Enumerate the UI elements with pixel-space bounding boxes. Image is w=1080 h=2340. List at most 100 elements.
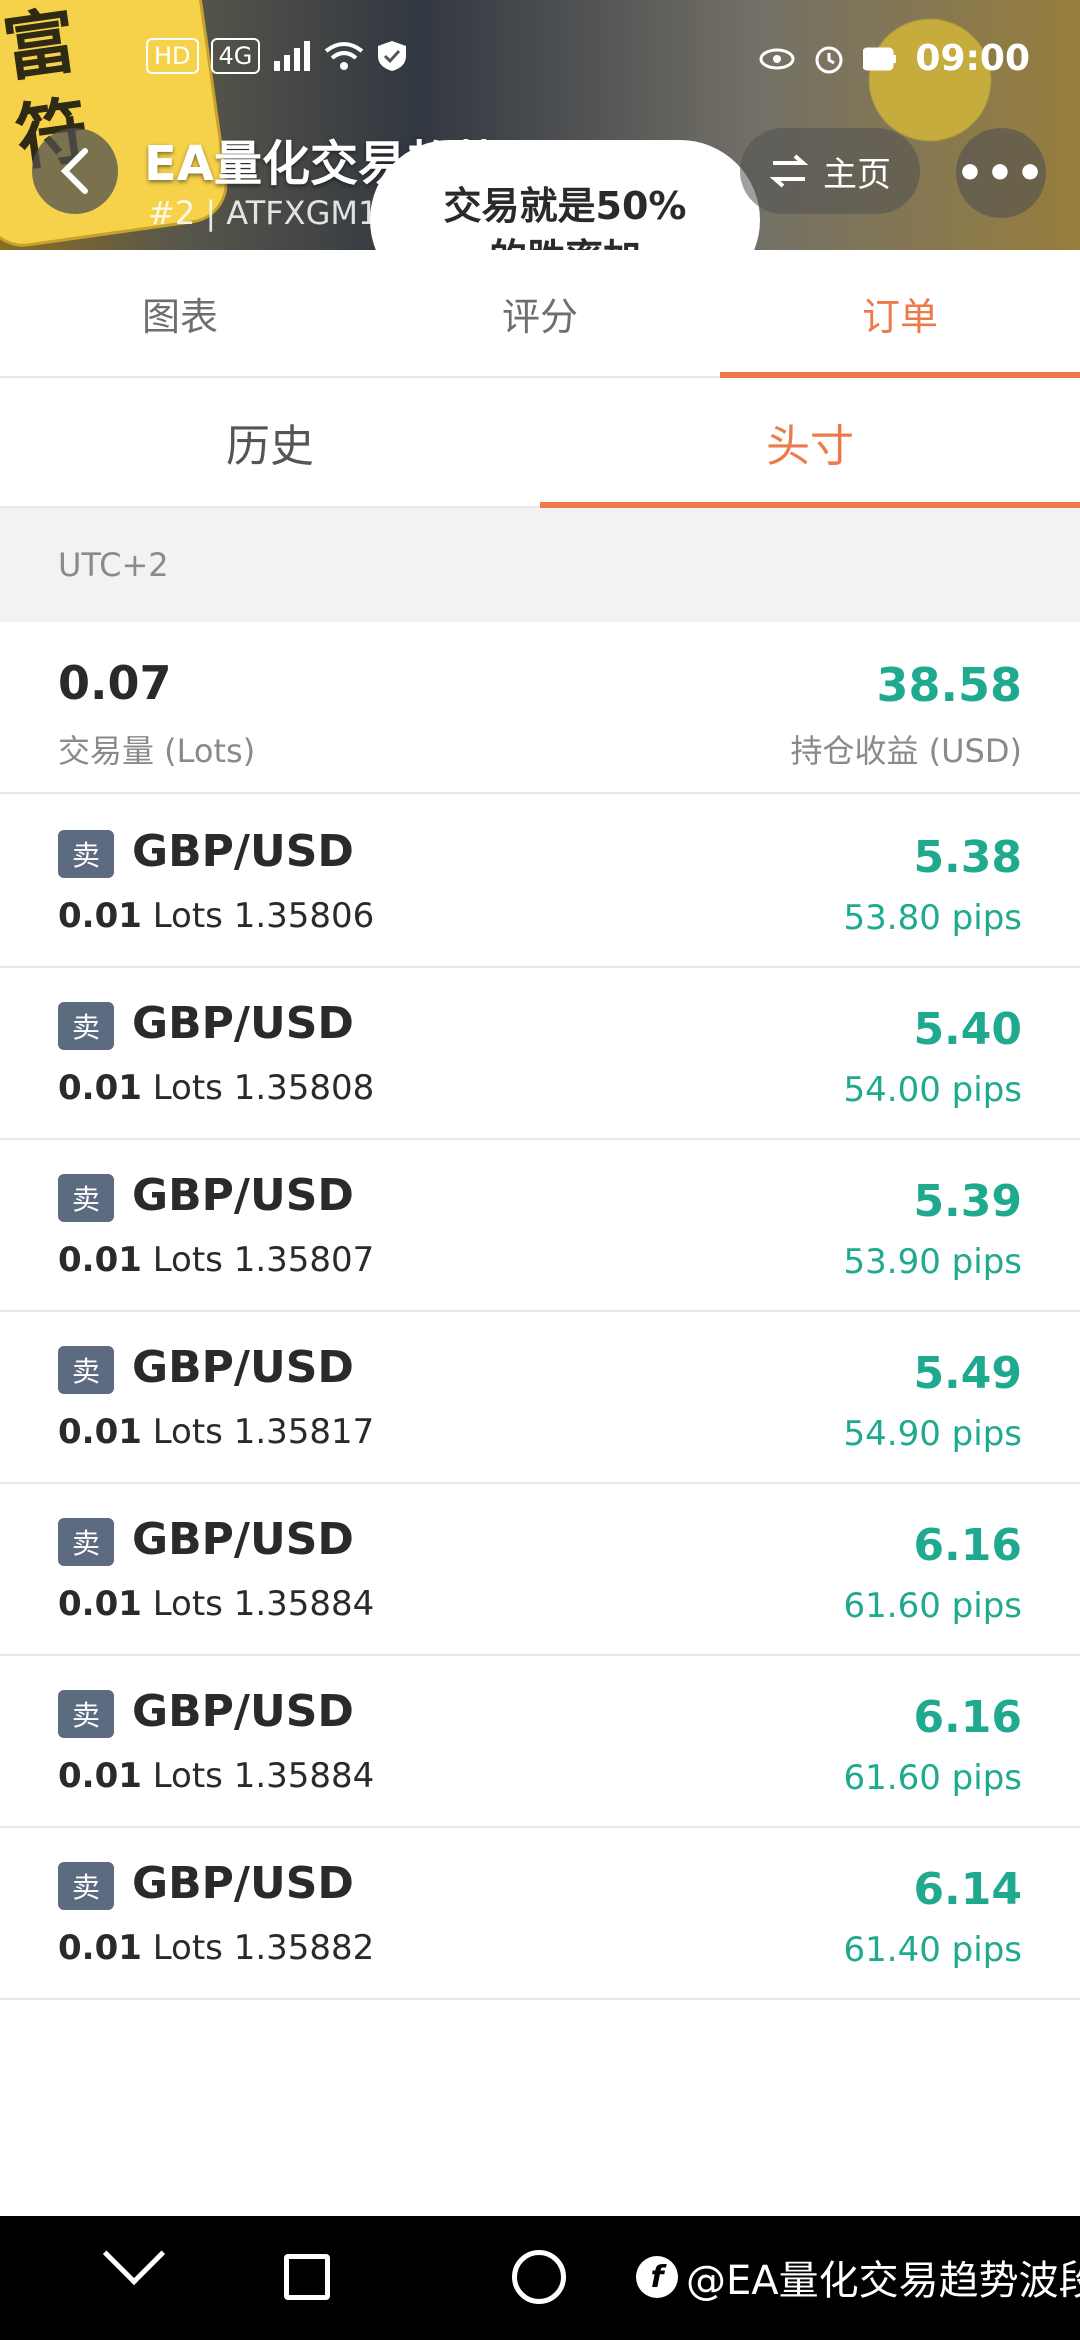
more-dots-icon: ••• [955, 147, 1047, 199]
order-lots-unit: Lots [152, 1928, 223, 1968]
status-bar: HD 4G 09:00 [0, 32, 1080, 96]
positions-summary: 0.07 交易量 (Lots) 38.58 持仓收益 (USD) [0, 622, 1080, 794]
order-price: 1.35808 [233, 1068, 375, 1108]
order-lots-line: 0.01 Lots 1.35884 [58, 1756, 374, 1796]
order-pips: 54.90 pips [843, 1414, 1022, 1454]
tab-rating[interactable]: 评分 [360, 250, 720, 376]
sell-badge: 卖 [58, 1518, 114, 1566]
order-pips: 61.60 pips [843, 1758, 1022, 1798]
order-lots-line: 0.01 Lots 1.35882 [58, 1928, 374, 1968]
nav-back-icon[interactable] [102, 2222, 166, 2286]
battery-icon [863, 47, 897, 70]
wifi-icon [325, 42, 364, 70]
eye-icon [759, 48, 795, 69]
order-row[interactable]: 卖 GBP/USD 0.01 Lots 1.35882 6.14 61.40 p… [0, 1828, 1080, 2000]
order-price: 1.35884 [233, 1584, 375, 1624]
sell-badge: 卖 [58, 1346, 114, 1394]
subtab-positions[interactable]: 头寸 [540, 378, 1080, 508]
order-symbol: GBP/USD [132, 1514, 354, 1565]
order-pips: 61.40 pips [843, 1930, 1022, 1970]
caption-bubble: 交易就是50% 的胜率加 [370, 140, 760, 250]
home-label: 主页 [823, 154, 891, 195]
watermark-text: @EA量化交易趋势波段 [686, 2258, 1080, 2304]
tab-orders[interactable]: 订单 [720, 250, 1080, 378]
order-row[interactable]: 卖 GBP/USD 0.01 Lots 1.35807 5.39 53.90 p… [0, 1140, 1080, 1312]
order-row[interactable]: 卖 GBP/USD 0.01 Lots 1.35808 5.40 54.00 p… [0, 968, 1080, 1140]
signal-icon [274, 41, 311, 71]
orders-list: 卖 GBP/USD 0.01 Lots 1.35806 5.38 53.80 p… [0, 796, 1080, 2000]
order-price: 1.35807 [233, 1240, 375, 1280]
status-right: 09:00 [759, 38, 1030, 79]
order-price: 1.35806 [233, 896, 375, 936]
more-button[interactable]: ••• [956, 128, 1046, 218]
sub-tabs: 历史 头寸 [0, 378, 1080, 508]
order-profit: 5.39 [913, 1176, 1022, 1227]
order-lots-line: 0.01 Lots 1.35807 [58, 1240, 374, 1280]
watermark-logo-icon: f [636, 2256, 678, 2298]
total-profit: 38.58 [876, 658, 1022, 712]
nav-circle-icon[interactable] [512, 2250, 566, 2304]
nav-square-icon[interactable] [284, 2254, 330, 2300]
subtab-history[interactable]: 历史 [0, 378, 540, 506]
channel-subtitle: #2 | ATFXGM1- [148, 194, 390, 232]
swap-icon [769, 154, 809, 188]
order-lots-unit: Lots [152, 1756, 223, 1796]
order-profit: 5.40 [913, 1004, 1022, 1055]
order-profit: 6.16 [913, 1520, 1022, 1571]
order-lots-unit: Lots [152, 1068, 223, 1108]
total-volume: 0.07 [58, 656, 172, 710]
order-profit: 5.49 [913, 1348, 1022, 1399]
order-symbol: GBP/USD [132, 998, 354, 1049]
order-lots-line: 0.01 Lots 1.35817 [58, 1412, 374, 1452]
order-lots: 0.01 [58, 1756, 142, 1796]
order-row[interactable]: 卖 GBP/USD 0.01 Lots 1.35884 6.16 61.60 p… [0, 1484, 1080, 1656]
order-lots: 0.01 [58, 896, 142, 936]
status-time: 09:00 [915, 38, 1030, 79]
order-symbol: GBP/USD [132, 1858, 354, 1909]
timezone-strip: UTC+2 [0, 508, 1080, 622]
order-symbol: GBP/USD [132, 1342, 354, 1393]
order-lots-unit: Lots [152, 1584, 223, 1624]
sell-badge: 卖 [58, 1002, 114, 1050]
chevron-left-icon [60, 148, 88, 194]
timezone-label: UTC+2 [58, 546, 169, 584]
order-symbol: GBP/USD [132, 1170, 354, 1221]
order-lots: 0.01 [58, 1584, 142, 1624]
order-lots-unit: Lots [152, 1240, 223, 1280]
order-lots-line: 0.01 Lots 1.35806 [58, 896, 374, 936]
network-badge: 4G [210, 38, 261, 74]
order-lots-unit: Lots [152, 1412, 223, 1452]
order-price: 1.35882 [233, 1928, 375, 1968]
status-left: HD 4G [146, 38, 408, 74]
sell-badge: 卖 [58, 1174, 114, 1222]
sell-badge: 卖 [58, 830, 114, 878]
order-profit: 6.14 [913, 1864, 1022, 1915]
hd-badge: HD [146, 38, 199, 74]
alarm-icon [815, 46, 843, 73]
order-lots-line: 0.01 Lots 1.35808 [58, 1068, 374, 1108]
order-pips: 54.00 pips [843, 1070, 1022, 1110]
order-row[interactable]: 卖 GBP/USD 0.01 Lots 1.35806 5.38 53.80 p… [0, 796, 1080, 968]
back-button[interactable] [32, 128, 118, 214]
order-profit: 5.38 [913, 832, 1022, 883]
tab-chart[interactable]: 图表 [0, 250, 360, 376]
order-row[interactable]: 卖 GBP/USD 0.01 Lots 1.35817 5.49 54.90 p… [0, 1312, 1080, 1484]
order-lots: 0.01 [58, 1240, 142, 1280]
order-pips: 61.60 pips [843, 1586, 1022, 1626]
video-header: 富 符 HD 4G [0, 0, 1080, 250]
order-price: 1.35884 [233, 1756, 375, 1796]
order-profit: 6.16 [913, 1692, 1022, 1743]
home-button[interactable]: 主页 [740, 128, 920, 214]
order-symbol: GBP/USD [132, 1686, 354, 1737]
order-lots-line: 0.01 Lots 1.35884 [58, 1584, 374, 1624]
order-lots: 0.01 [58, 1928, 142, 1968]
total-profit-label: 持仓收益 (USD) [790, 732, 1022, 770]
watermark: f @EA量化交易趋势波段 [636, 2248, 1080, 2306]
main-tabs: 图表 评分 订单 [0, 250, 1080, 378]
order-price: 1.35817 [233, 1412, 375, 1452]
order-symbol: GBP/USD [132, 826, 354, 877]
order-lots: 0.01 [58, 1412, 142, 1452]
order-row[interactable]: 卖 GBP/USD 0.01 Lots 1.35884 6.16 61.60 p… [0, 1656, 1080, 1828]
system-nav-bar: f @EA量化交易趋势波段 [0, 2216, 1080, 2340]
shield-check-icon [378, 41, 407, 71]
